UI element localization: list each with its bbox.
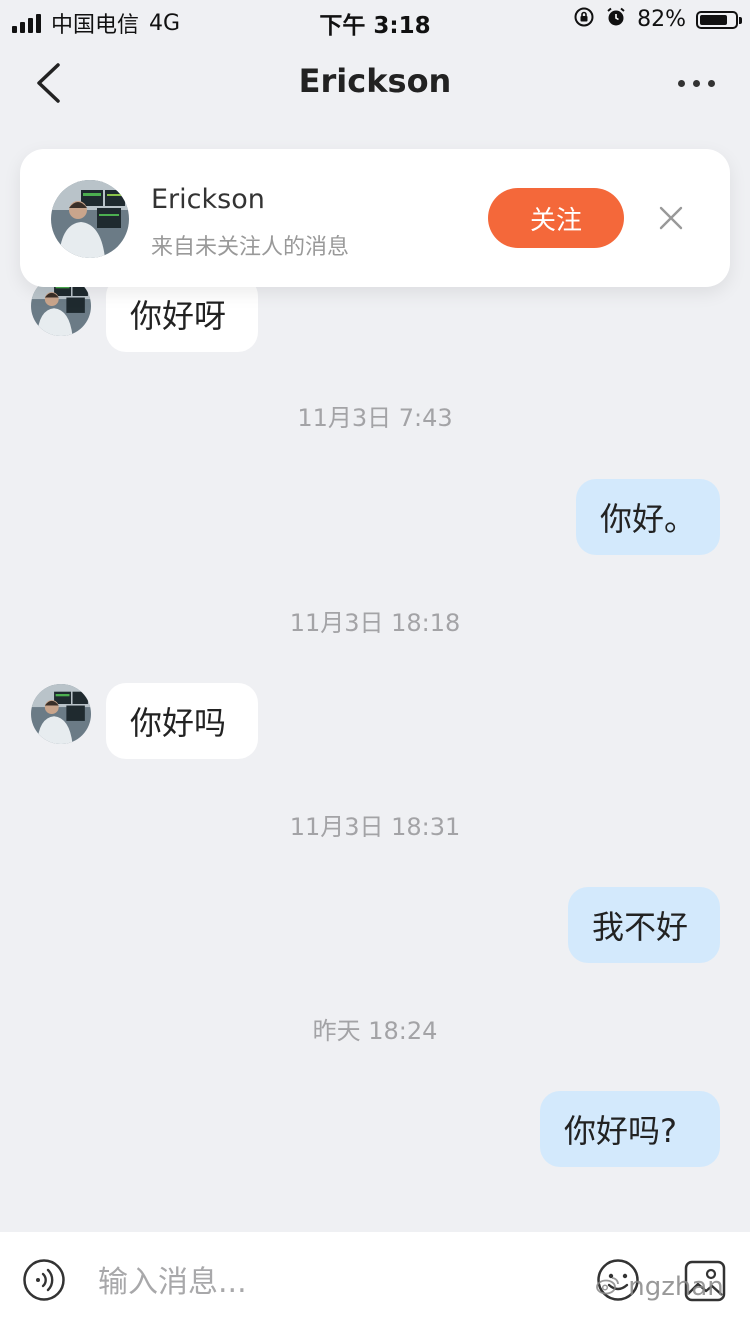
message-bubble-outgoing[interactable]: 你好吗?	[540, 1091, 720, 1167]
battery-fill	[700, 14, 728, 25]
battery-percent: 82%	[637, 7, 686, 32]
message-bubble-outgoing[interactable]: 我不好	[568, 887, 720, 963]
message-bubble-incoming[interactable]: 你好吗	[106, 683, 258, 759]
weibo-icon	[596, 1272, 628, 1302]
follow-card-name: Erickson	[151, 184, 265, 215]
close-button[interactable]	[650, 197, 692, 239]
watermark: ngzhan	[596, 1272, 724, 1302]
message-bubble-incoming[interactable]: 你好呀	[106, 276, 258, 352]
follow-card: Erickson 来自未关注人的消息 关注	[20, 149, 730, 287]
close-icon	[659, 206, 683, 230]
voice-button[interactable]	[22, 1258, 66, 1302]
message-timestamp: 11月3日 18:31	[289, 813, 461, 841]
follow-button[interactable]: 关注	[488, 188, 624, 248]
avatar[interactable]	[31, 684, 91, 744]
status-right: 82%	[573, 6, 742, 33]
nav-bar: Erickson	[0, 40, 750, 126]
status-bar: 中国电信 4G 下午 3:18 82%	[0, 0, 750, 40]
message-timestamp: 11月3日 18:18	[289, 609, 461, 637]
rotation-lock-icon	[573, 6, 595, 33]
more-dots-icon	[677, 79, 685, 87]
message-timestamp: 11月3日 7:43	[297, 404, 453, 432]
avatar[interactable]	[51, 180, 129, 258]
message-bubble-outgoing[interactable]: 你好。	[576, 479, 720, 555]
voice-icon	[23, 1259, 65, 1301]
page-title: Erickson	[298, 62, 452, 100]
message-timestamp: 昨天 18:24	[312, 1017, 438, 1045]
watermark-text: ngzhan	[628, 1272, 724, 1302]
more-button[interactable]	[666, 64, 726, 102]
battery-icon	[696, 10, 742, 29]
follow-card-subtitle: 来自未关注人的消息	[151, 235, 350, 260]
alarm-icon	[605, 6, 627, 33]
message-input[interactable]	[98, 1258, 558, 1306]
